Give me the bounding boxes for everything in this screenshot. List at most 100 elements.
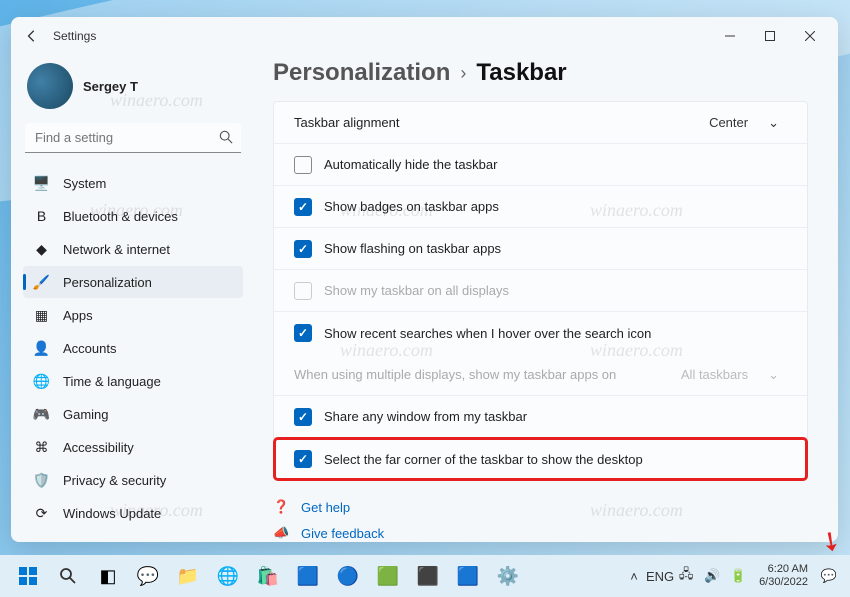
setting-row: Show my taskbar on all displays <box>274 270 807 312</box>
gaming-icon: 🎮 <box>33 406 50 423</box>
setting-checkbox[interactable] <box>294 324 312 342</box>
share-window-label: Share any window from my taskbar <box>324 409 527 424</box>
app-icon-5[interactable]: 🟦 <box>450 558 486 594</box>
setting-checkbox[interactable] <box>294 198 312 216</box>
setting-row: Show flashing on taskbar apps <box>274 228 807 270</box>
share-window-checkbox[interactable] <box>294 408 312 426</box>
get-help-link[interactable]: ❓ Get help <box>273 499 808 515</box>
help-icon: ❓ <box>273 499 289 515</box>
search-icon <box>219 130 233 149</box>
back-button[interactable] <box>19 23 45 49</box>
close-button[interactable] <box>790 22 830 50</box>
avatar <box>27 63 73 109</box>
minimize-button[interactable] <box>710 22 750 50</box>
app-icon-2[interactable]: 🔵 <box>330 558 366 594</box>
privacy-security-icon: 🛡️ <box>33 472 50 489</box>
show-desktop-corner-row: Select the far corner of the taskbar to … <box>274 438 807 480</box>
setting-row: Show badges on taskbar apps <box>274 186 807 228</box>
volume-tray-icon[interactable]: 🔊 <box>701 565 723 587</box>
setting-row: Automatically hide the taskbar <box>274 144 807 186</box>
show-desktop-corner-label: Select the far corner of the taskbar to … <box>324 452 643 467</box>
breadcrumb-current: Taskbar <box>476 59 566 87</box>
sidebar-item-privacy-security[interactable]: 🛡️ Privacy & security <box>23 464 243 496</box>
setting-checkbox[interactable] <box>294 240 312 258</box>
sidebar-item-accessibility[interactable]: ⌘ Accessibility <box>23 431 243 463</box>
setting-label: Show flashing on taskbar apps <box>324 241 501 256</box>
user-account[interactable]: Sergey T <box>23 55 243 123</box>
time-language-icon: 🌐 <box>33 373 50 390</box>
setting-label: Automatically hide the taskbar <box>324 157 497 172</box>
share-window-row: Share any window from my taskbar <box>274 396 807 438</box>
nav-label: Personalization <box>63 275 152 290</box>
breadcrumb: Personalization › Taskbar <box>273 59 808 87</box>
nav-label: Accessibility <box>63 440 134 455</box>
feedback-icon: 📣 <box>273 525 289 541</box>
setting-checkbox[interactable] <box>294 156 312 174</box>
sidebar-item-accounts[interactable]: 👤Accounts <box>23 332 243 364</box>
battery-tray-icon[interactable]: 🔋 <box>727 565 749 587</box>
windows-update-icon: ⟳ <box>33 505 50 522</box>
sidebar-item-network-internet[interactable]: ◆ Network & internet <box>23 233 243 265</box>
search-input[interactable] <box>25 123 241 153</box>
task-view-icon[interactable]: ◧ <box>90 558 126 594</box>
give-feedback-link[interactable]: 📣 Give feedback <box>273 525 808 541</box>
nav-label: Network & internet <box>63 242 170 257</box>
sidebar: Sergey T 🖥️ System B Bluetooth & devices ◆ Ne… <box>11 55 255 542</box>
taskbar-alignment-row: Taskbar alignment Center ⌄ <box>274 102 807 144</box>
start-button[interactable] <box>10 558 46 594</box>
sidebar-item-apps[interactable]: ▦Apps <box>23 299 243 331</box>
alignment-label: Taskbar alignment <box>294 115 701 130</box>
maximize-button[interactable] <box>750 22 790 50</box>
app-icon-1[interactable]: 🟦 <box>290 558 326 594</box>
settings-window: Settings Sergey T 🖥️ System B Bluetooth & d… <box>11 17 838 542</box>
edge-icon[interactable]: 🌐 <box>210 558 246 594</box>
alignment-dropdown[interactable]: Center ⌄ <box>701 111 787 135</box>
language-indicator[interactable]: ENG <box>649 565 671 587</box>
taskbar: ◧ 💬 📁 🌐 🛍️ 🟦 🔵 🟩 ⬛ 🟦 ⚙️ ˄ ENG 🖧 🔊 🔋 6:20… <box>0 555 850 597</box>
app-icon-3[interactable]: 🟩 <box>370 558 406 594</box>
nav-list: 🖥️ System B Bluetooth & devices ◆ Network & i… <box>23 167 243 529</box>
sidebar-item-personalization[interactable]: 🖌️ Personalization <box>23 266 243 298</box>
system-icon: 🖥️ <box>33 175 50 192</box>
nav-label: Accounts <box>63 341 116 356</box>
window-title: Settings <box>53 29 96 43</box>
bluetooth-devices-icon: B <box>33 208 50 225</box>
clock[interactable]: 6:20 AM 6/30/2022 <box>753 563 814 589</box>
settings-taskbar-icon[interactable]: ⚙️ <box>490 558 526 594</box>
multi-display-dropdown: All taskbars ⌄ <box>673 363 787 387</box>
nav-label: Bluetooth & devices <box>63 209 178 224</box>
search-taskbar-icon[interactable] <box>50 558 86 594</box>
chevron-down-icon: ⌄ <box>768 367 779 383</box>
sidebar-item-bluetooth-devices[interactable]: B Bluetooth & devices <box>23 200 243 232</box>
network-tray-icon[interactable]: 🖧 <box>675 565 697 587</box>
nav-label: Gaming <box>63 407 109 422</box>
settings-group: Taskbar alignment Center ⌄ Automatically… <box>273 101 808 481</box>
chat-icon[interactable]: 💬 <box>130 558 166 594</box>
titlebar: Settings <box>11 17 838 55</box>
setting-checkbox <box>294 282 312 300</box>
accessibility-icon: ⌘ <box>33 439 50 456</box>
network-internet-icon: ◆ <box>33 241 50 258</box>
nav-label: Privacy & security <box>63 473 166 488</box>
breadcrumb-parent[interactable]: Personalization <box>273 59 450 87</box>
sidebar-item-windows-update[interactable]: ⟳ Windows Update <box>23 497 243 529</box>
nav-label: Windows Update <box>63 506 161 521</box>
main-content: Personalization › Taskbar Taskbar alignm… <box>255 55 838 542</box>
personalization-icon: 🖌️ <box>33 274 50 291</box>
sidebar-item-time-language[interactable]: 🌐Time & language <box>23 365 243 397</box>
show-desktop-corner-checkbox[interactable] <box>294 450 312 468</box>
sidebar-item-system[interactable]: 🖥️ System <box>23 167 243 199</box>
multi-display-row: When using multiple displays, show my ta… <box>274 354 807 396</box>
app-icon-4[interactable]: ⬛ <box>410 558 446 594</box>
nav-label: System <box>63 176 106 191</box>
tray-chevron-icon[interactable]: ˄ <box>623 565 645 587</box>
file-explorer-icon[interactable]: 📁 <box>170 558 206 594</box>
setting-label: Show my taskbar on all displays <box>324 283 509 298</box>
setting-label: Show recent searches when I hover over t… <box>324 326 651 341</box>
notifications-tray-icon[interactable]: 💬 <box>818 565 840 587</box>
chevron-right-icon: › <box>460 63 466 84</box>
setting-label: Show badges on taskbar apps <box>324 199 499 214</box>
store-icon[interactable]: 🛍️ <box>250 558 286 594</box>
sidebar-item-gaming[interactable]: 🎮 Gaming <box>23 398 243 430</box>
apps-icon: ▦ <box>33 307 50 324</box>
